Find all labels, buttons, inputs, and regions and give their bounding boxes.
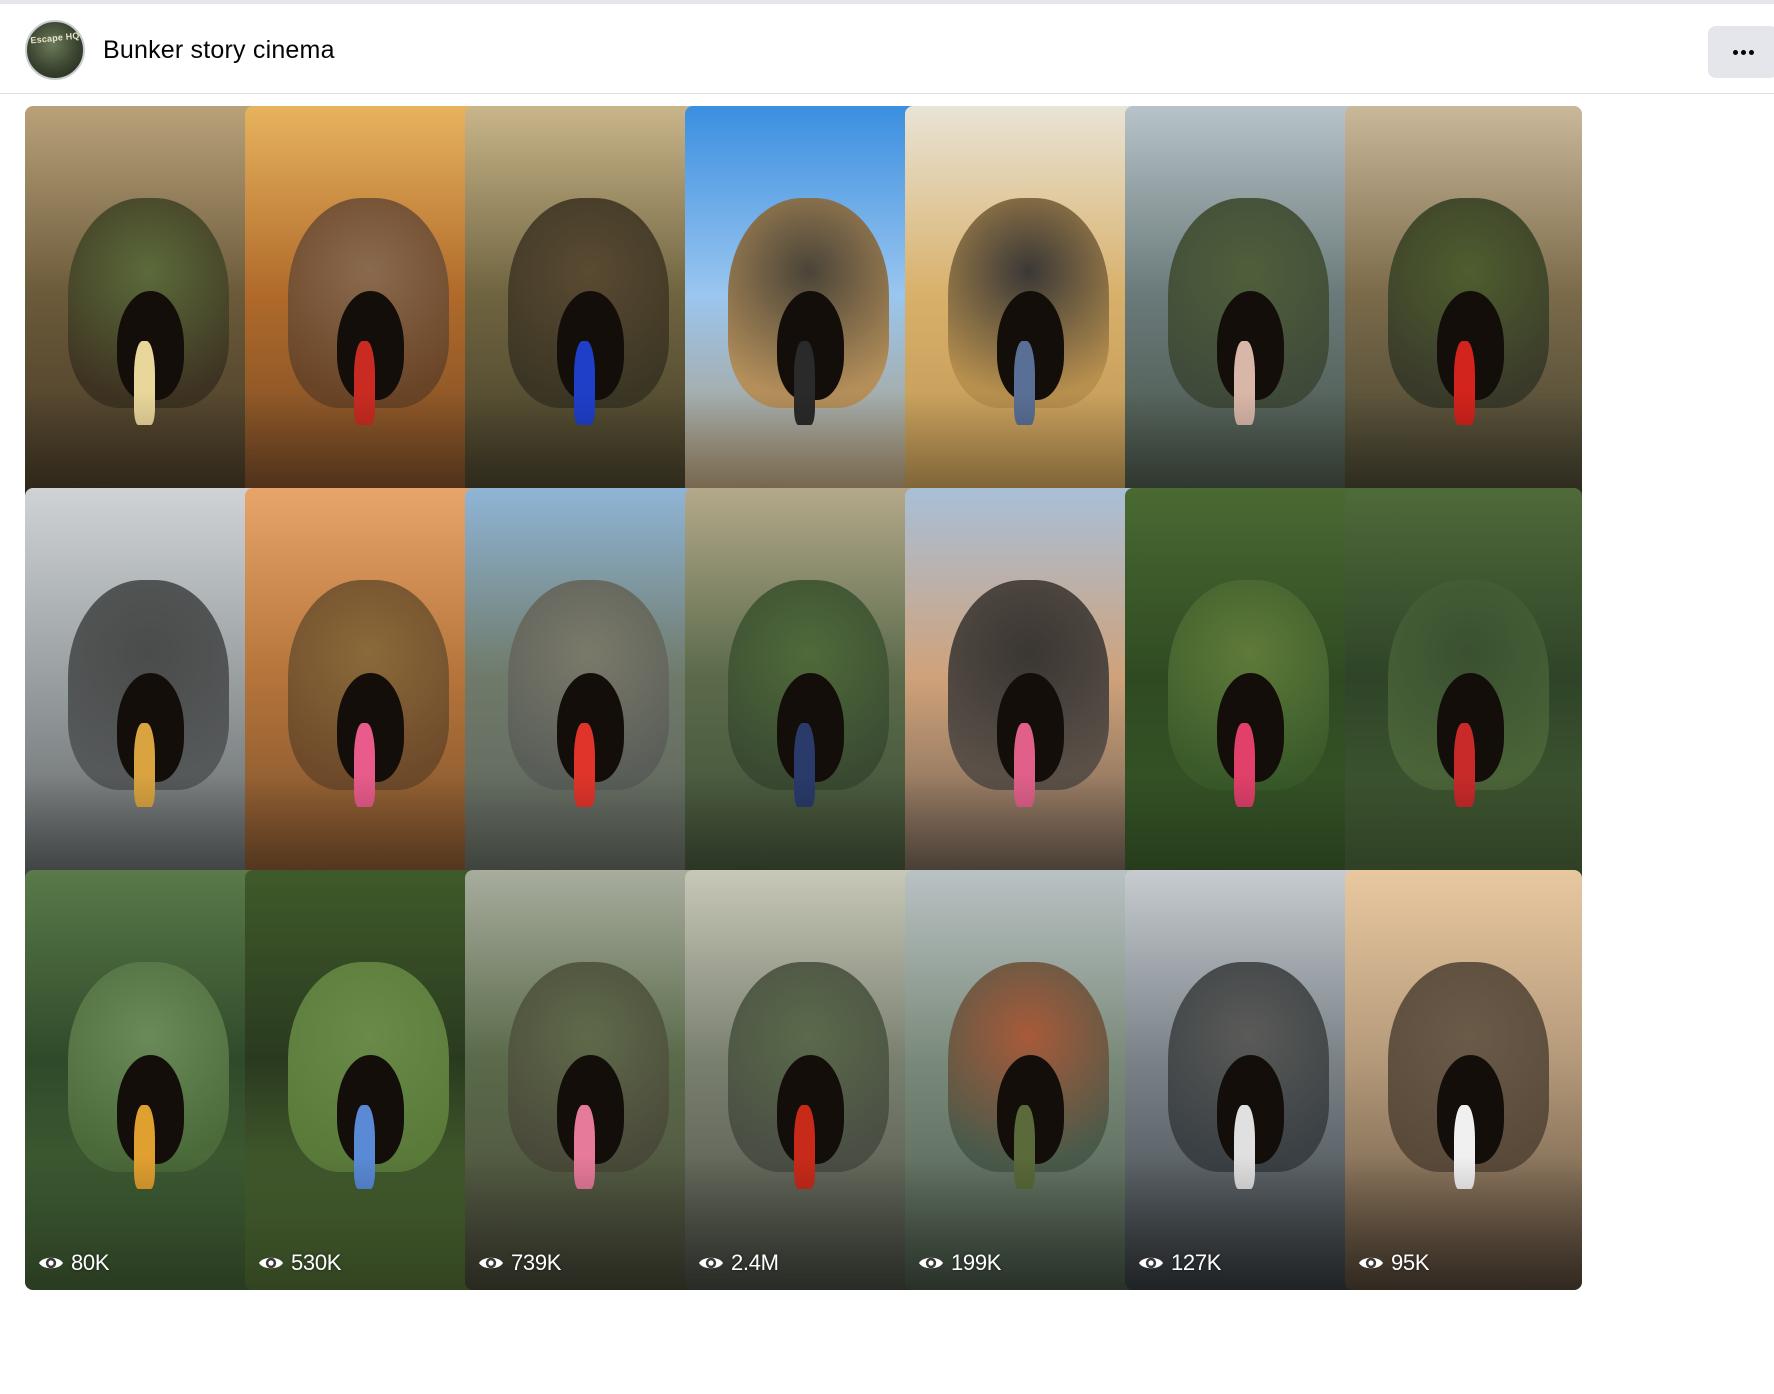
reel-thumbnail[interactable]: 1.2M	[25, 488, 262, 908]
reel-thumbnail[interactable]: 4.4M	[905, 488, 1142, 908]
eye-icon	[477, 1254, 505, 1272]
reel-thumbnail[interactable]: 2.4M	[685, 870, 922, 1290]
view-count: 95K	[1357, 1250, 1430, 1276]
reel-thumbnail[interactable]: 1M	[465, 106, 702, 526]
eye-icon	[37, 1254, 65, 1272]
view-count: 199K	[917, 1250, 1001, 1276]
reel-thumbnail[interactable]: 95K	[1345, 870, 1582, 1290]
view-count: 127K	[1137, 1250, 1221, 1276]
reel-thumbnail[interactable]: 199K	[905, 870, 1142, 1290]
reels-grid: 123K468K1M267K83K652K435K 1.2M5.4M2.5M69K…	[25, 106, 1765, 1394]
reel-thumbnail[interactable]: 2.5M	[465, 488, 702, 908]
reel-thumbnail[interactable]: 80K	[25, 870, 262, 1290]
more-horizontal-icon	[1733, 50, 1754, 55]
eye-icon	[697, 1254, 725, 1272]
view-count-label: 199K	[951, 1250, 1002, 1275]
view-count-label: 127K	[1171, 1250, 1222, 1275]
reel-thumbnail[interactable]: 468K	[245, 106, 482, 526]
view-count-label: 95K	[1391, 1250, 1430, 1275]
page-name[interactable]: Bunker story cinema	[103, 36, 335, 65]
eye-icon	[257, 1254, 285, 1272]
eye-icon	[1137, 1254, 1165, 1272]
reel-thumbnail[interactable]: 127K	[1125, 870, 1362, 1290]
reel-thumbnail[interactable]: 435K	[1345, 106, 1582, 526]
page-header: Escape HQ Bunker story cinema	[0, 4, 1774, 94]
view-count: 530K	[257, 1250, 341, 1276]
eye-icon	[1357, 1254, 1385, 1272]
reel-thumbnail[interactable]: 739K	[465, 870, 702, 1290]
reel-thumbnail[interactable]: 267K	[685, 106, 922, 526]
reel-thumbnail[interactable]: 69K	[685, 488, 922, 908]
view-count-label: 2.4M	[731, 1250, 779, 1275]
view-count: 80K	[37, 1250, 110, 1276]
eye-icon	[917, 1254, 945, 1272]
reel-thumbnail[interactable]: 83K	[905, 106, 1142, 526]
reel-thumbnail[interactable]: 150K	[1125, 488, 1362, 908]
view-count-label: 80K	[71, 1250, 110, 1275]
view-count: 739K	[477, 1250, 561, 1276]
reel-thumbnail[interactable]: 530K	[245, 870, 482, 1290]
reel-thumbnail[interactable]: 652K	[1125, 106, 1362, 526]
view-count: 2.4M	[697, 1250, 779, 1276]
reel-thumbnail[interactable]: 5.4M	[245, 488, 482, 908]
page-avatar[interactable]: Escape HQ	[25, 20, 85, 80]
avatar-logo-text: Escape HQ	[29, 30, 81, 46]
reel-thumbnail[interactable]: 123K	[25, 106, 262, 526]
more-options-button[interactable]	[1708, 26, 1774, 78]
reel-thumbnail[interactable]: 151K	[1345, 488, 1582, 908]
view-count-label: 530K	[291, 1250, 342, 1275]
view-count-label: 739K	[511, 1250, 562, 1275]
